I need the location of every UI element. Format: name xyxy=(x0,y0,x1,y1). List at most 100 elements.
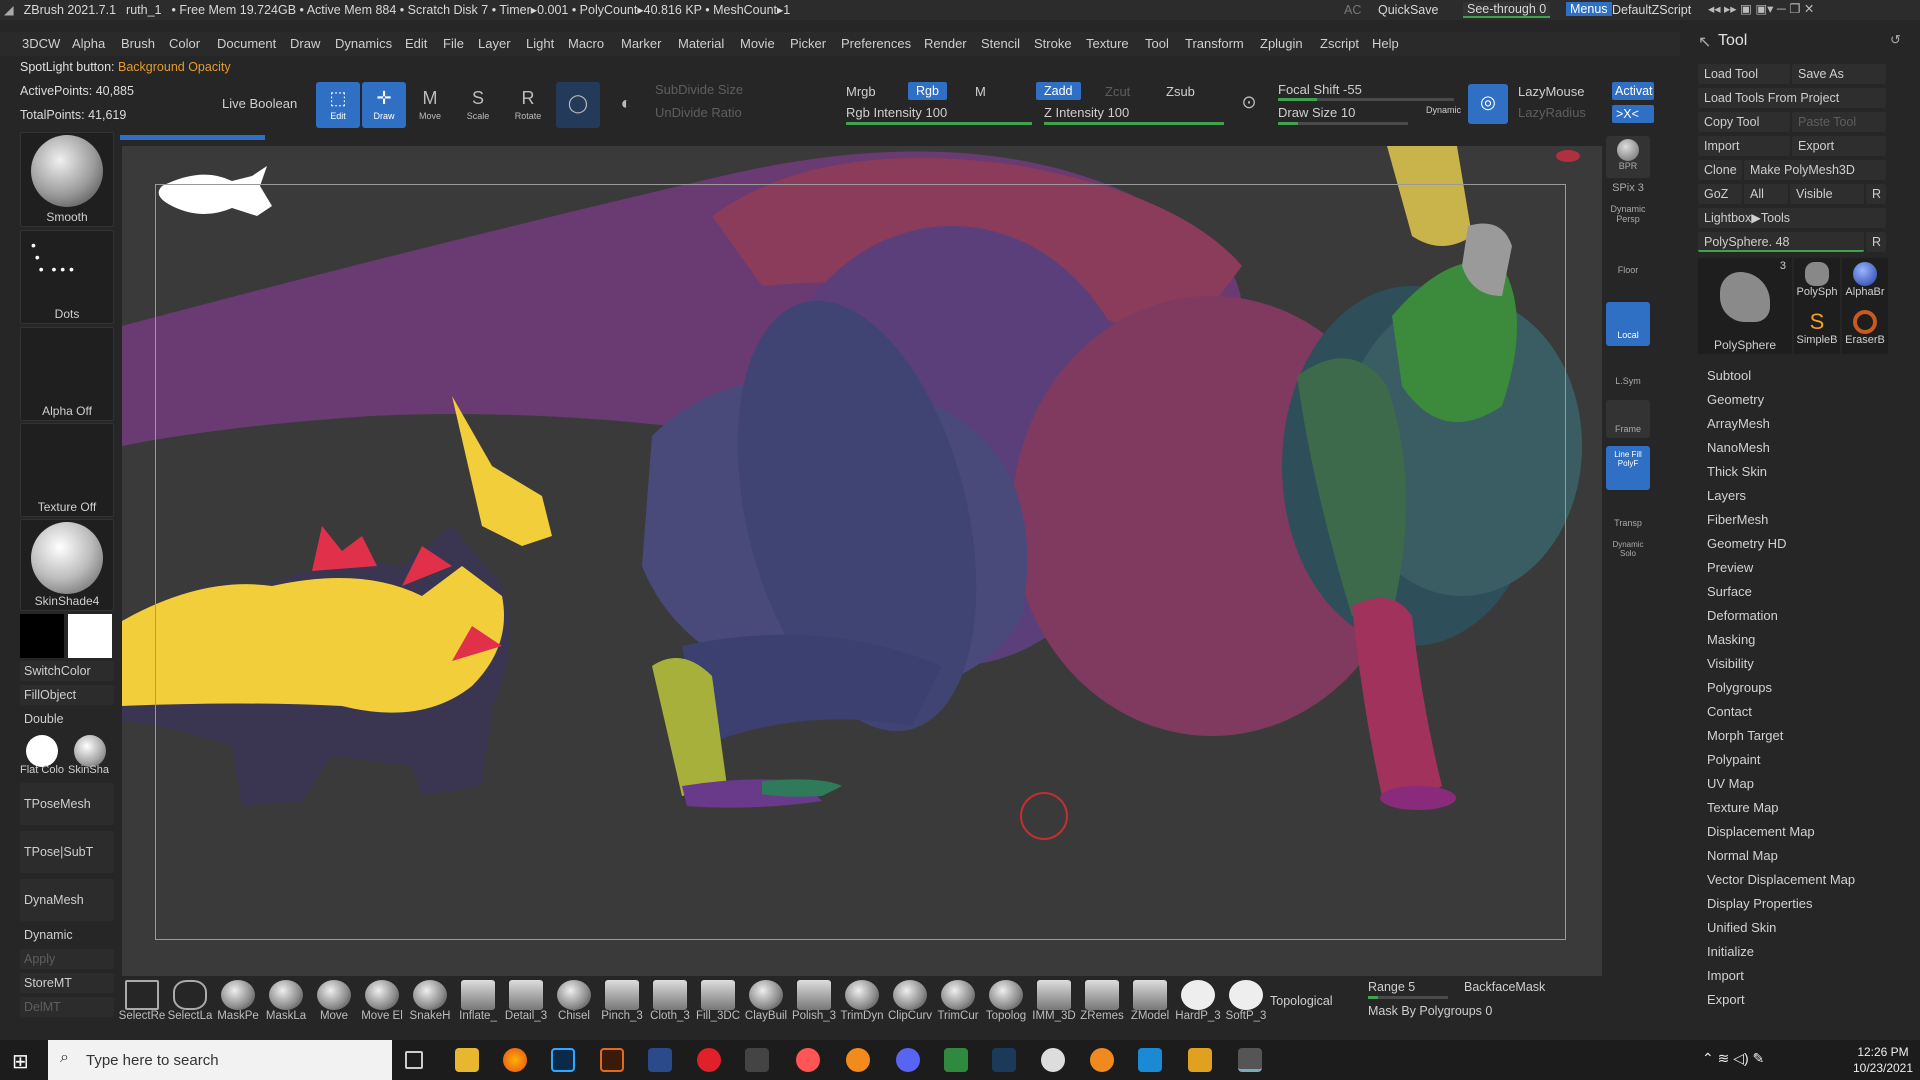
dynamic-button[interactable]: Dynamic xyxy=(20,925,114,945)
brush-zmodeler[interactable]: ZModel xyxy=(1126,976,1174,1026)
menu-file[interactable]: File xyxy=(443,36,464,51)
menu-draw[interactable]: Draw xyxy=(290,36,320,51)
taskbar-search-box[interactable]: ⌕ Type here to search xyxy=(48,1040,392,1080)
section-contact[interactable]: Contact xyxy=(1707,704,1752,719)
menu-3dcw[interactable]: 3DCW xyxy=(22,36,60,51)
section-geometry-hd[interactable]: Geometry HD xyxy=(1707,536,1786,551)
menu-tool[interactable]: Tool xyxy=(1145,36,1169,51)
m-button[interactable]: M xyxy=(975,84,986,99)
load-tool-button[interactable]: Load Tool xyxy=(1698,64,1790,84)
menu-preferences[interactable]: Preferences xyxy=(841,36,911,51)
brush-hardpolish[interactable]: HardP_3 xyxy=(1174,976,1222,1026)
palette-pin-icon[interactable]: ↖ xyxy=(1698,32,1711,52)
focal-shift-slider[interactable]: Focal Shift -55 xyxy=(1278,82,1362,97)
section-layers[interactable]: Layers xyxy=(1707,488,1746,503)
dynamic-size-button[interactable]: Dynamic xyxy=(1426,105,1461,115)
rgb-button[interactable]: Rgb xyxy=(908,82,947,100)
rgb-intensity-track[interactable] xyxy=(846,122,1032,125)
backface-mask-button[interactable]: BackfaceMask xyxy=(1464,980,1545,994)
thumb-alphabrush[interactable]: AlphaBr xyxy=(1842,258,1888,306)
tpose-subt-button[interactable]: TPose|SubT xyxy=(20,831,114,873)
menu-layer[interactable]: Layer xyxy=(478,36,511,51)
goz-visible-button[interactable]: Visible xyxy=(1790,184,1864,204)
brush-masklasso[interactable]: MaskLa xyxy=(262,976,310,1026)
brush-softpolish[interactable]: SoftP_3 xyxy=(1222,976,1270,1026)
menu-render[interactable]: Render xyxy=(924,36,967,51)
copy-tool-button[interactable]: Copy Tool xyxy=(1698,112,1790,132)
scale-button[interactable]: S Scale xyxy=(456,82,500,128)
app-ln-icon[interactable] xyxy=(1188,1048,1212,1072)
live-boolean-button[interactable]: Live Boolean xyxy=(222,96,297,111)
section-fibermesh[interactable]: FiberMesh xyxy=(1707,512,1768,527)
spreadsheet-icon[interactable] xyxy=(944,1048,968,1072)
section-surface[interactable]: Surface xyxy=(1707,584,1752,599)
section-geometry[interactable]: Geometry xyxy=(1707,392,1764,407)
section-displacement-map[interactable]: Displacement Map xyxy=(1707,824,1815,839)
app-b-icon[interactable] xyxy=(1138,1048,1162,1072)
secondary-color-swatch[interactable] xyxy=(68,614,112,658)
menu-edit[interactable]: Edit xyxy=(405,36,427,51)
thumb-eraserbrush[interactable]: EraserB xyxy=(1842,306,1888,354)
skin-shade-material-icon[interactable] xyxy=(74,735,106,767)
brush-pinch[interactable]: Pinch_3 xyxy=(598,976,646,1026)
section-masking[interactable]: Masking xyxy=(1707,632,1755,647)
brush-selectlasso[interactable]: SelectLa xyxy=(166,976,214,1026)
section-preview[interactable]: Preview xyxy=(1707,560,1753,575)
lazymouse-label[interactable]: LazyMouse xyxy=(1518,84,1584,99)
rotate-button[interactable]: R Rotate xyxy=(506,82,550,128)
section-vector-displacement-map[interactable]: Vector Displacement Map xyxy=(1707,872,1855,887)
task-view-icon[interactable] xyxy=(405,1051,423,1069)
discord-icon[interactable] xyxy=(896,1048,920,1072)
floor-button[interactable]: Floor xyxy=(1606,265,1650,295)
menu-transform[interactable]: Transform xyxy=(1185,36,1244,51)
menu-zplugin[interactable]: Zplugin xyxy=(1260,36,1303,51)
material-toggle[interactable]: ◐ xyxy=(604,82,648,128)
brush-chisel[interactable]: Chisel xyxy=(550,976,598,1026)
activate-symmetry-button[interactable]: Activat xyxy=(1612,82,1654,100)
focal-shift-track[interactable] xyxy=(1278,98,1454,101)
goz-r-button[interactable]: R xyxy=(1866,184,1886,204)
flat-color-material-icon[interactable] xyxy=(26,735,58,767)
palette-dock-icon[interactable]: ↺ xyxy=(1890,32,1901,48)
zcut-button[interactable]: Zcut xyxy=(1105,84,1130,99)
section-nanomesh[interactable]: NanoMesh xyxy=(1707,440,1770,455)
see-through-slider[interactable]: See-through 0 xyxy=(1463,2,1551,18)
thumb-polysphere[interactable]: 3 PolySphere xyxy=(1698,258,1792,354)
brush-snakehook[interactable]: SnakeH xyxy=(406,976,454,1026)
quicksave-button[interactable]: QuickSave xyxy=(1378,3,1438,17)
menu-alpha[interactable]: Alpha xyxy=(72,36,105,51)
draw-size-slider[interactable]: Draw Size 10 xyxy=(1278,105,1355,120)
double-button[interactable]: Double xyxy=(20,709,114,729)
steam-icon[interactable] xyxy=(992,1048,1016,1072)
range-slider[interactable]: Range 5 xyxy=(1368,980,1415,994)
brush-move-elastic[interactable]: Move El xyxy=(358,976,406,1026)
section-visibility[interactable]: Visibility xyxy=(1707,656,1754,671)
tposemesh-button[interactable]: TPoseMesh xyxy=(20,783,114,825)
undivide-ratio-slider[interactable]: UnDivide Ratio xyxy=(655,105,742,120)
opera-icon[interactable] xyxy=(697,1048,721,1072)
texture-slot[interactable]: Texture Off xyxy=(20,423,114,517)
menu-zscript[interactable]: Zscript xyxy=(1320,36,1359,51)
clone-button[interactable]: Clone xyxy=(1698,160,1742,180)
x-symmetry-button[interactable]: >X< xyxy=(1612,105,1654,123)
dynamesh-button[interactable]: DynaMesh xyxy=(20,879,114,921)
brush-topology[interactable]: Topolog xyxy=(982,976,1030,1026)
spix-slider[interactable]: SPix 3 xyxy=(1606,182,1650,194)
brush-fill[interactable]: Fill_3DC xyxy=(694,976,742,1026)
topological-button[interactable]: Topological xyxy=(1270,994,1333,1008)
menu-light[interactable]: Light xyxy=(526,36,554,51)
menu-material[interactable]: Material xyxy=(678,36,724,51)
fill-object-button[interactable]: FillObject xyxy=(20,685,114,705)
menu-stencil[interactable]: Stencil xyxy=(981,36,1020,51)
section-import[interactable]: Import xyxy=(1707,968,1744,983)
import-tool-button[interactable]: Import xyxy=(1698,136,1790,156)
main-color-swatch[interactable] xyxy=(20,614,64,658)
mask-by-polygroups-slider[interactable]: Mask By Polygroups 0 xyxy=(1368,1004,1492,1018)
menu-color[interactable]: Color xyxy=(169,36,200,51)
blender-icon[interactable] xyxy=(1090,1048,1114,1072)
system-tray-icons[interactable]: ⌃ ≋ ◁) ✎ xyxy=(1702,1050,1764,1067)
section-initialize[interactable]: Initialize xyxy=(1707,944,1754,959)
section-texture-map[interactable]: Texture Map xyxy=(1707,800,1779,815)
section-polypaint[interactable]: Polypaint xyxy=(1707,752,1760,767)
brush-cloth[interactable]: Cloth_3 xyxy=(646,976,694,1026)
